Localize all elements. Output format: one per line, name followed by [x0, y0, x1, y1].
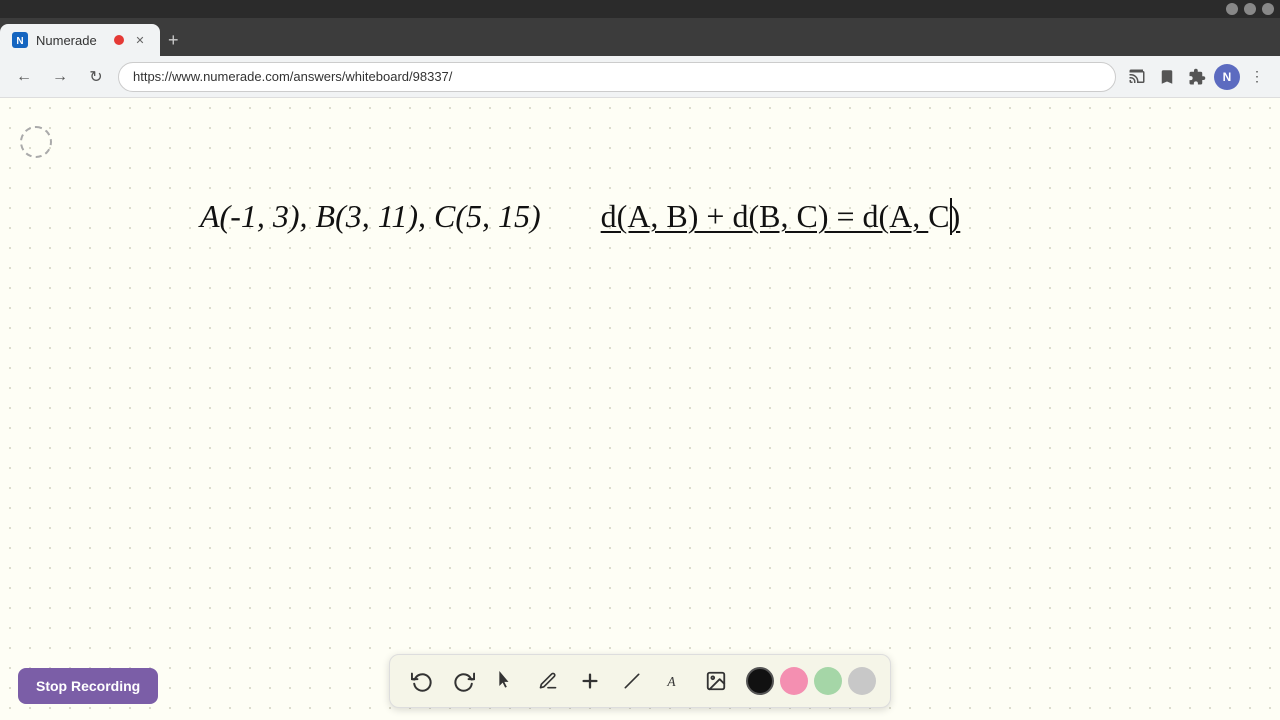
select-tool-button[interactable] [488, 663, 524, 699]
url-input[interactable] [118, 62, 1116, 92]
active-tab[interactable]: N Numerade ✕ [0, 24, 160, 56]
eraser-tool-button[interactable] [614, 663, 650, 699]
address-bar: ← → ↻ N ⋮ [0, 56, 1280, 98]
numerade-favicon: N [12, 32, 28, 48]
text-tool-button[interactable]: A [656, 663, 692, 699]
add-tool-button[interactable] [572, 663, 608, 699]
color-pink[interactable] [780, 667, 808, 695]
minimize-button[interactable] [1226, 3, 1238, 15]
redo-button[interactable] [446, 663, 482, 699]
math-content-area: A(-1, 3), B(3, 11), C(5, 15) d(A, B) + d… [200, 198, 960, 235]
svg-text:A: A [666, 674, 676, 689]
bookmark-button[interactable] [1154, 64, 1180, 90]
tab-close-button[interactable]: ✕ [132, 32, 148, 48]
maximize-button[interactable] [1244, 3, 1256, 15]
close-window-button[interactable] [1262, 3, 1274, 15]
browser-title-bar [0, 0, 1280, 18]
tab-title: Numerade [36, 33, 106, 48]
browser-toolbar-icons: N ⋮ [1124, 64, 1270, 90]
extensions-button[interactable] [1184, 64, 1210, 90]
svg-text:N: N [16, 36, 23, 47]
profile-avatar[interactable]: N [1214, 64, 1240, 90]
math-equation: d(A, B) + d(B, C) = d(A, C) [601, 198, 961, 235]
whiteboard-canvas[interactable]: A(-1, 3), B(3, 11), C(5, 15) d(A, B) + d… [0, 98, 1280, 720]
back-button[interactable]: ← [10, 63, 38, 91]
math-points: A(-1, 3), B(3, 11), C(5, 15) [200, 198, 541, 235]
cursor-position: C [928, 198, 949, 235]
recording-indicator [114, 35, 124, 45]
refresh-button[interactable]: ↻ [82, 63, 110, 91]
cast-button[interactable] [1124, 64, 1150, 90]
menu-button[interactable]: ⋮ [1244, 64, 1270, 90]
stop-recording-button[interactable]: Stop Recording [18, 668, 158, 704]
new-tab-button[interactable]: + [160, 24, 187, 56]
color-mint[interactable] [814, 667, 842, 695]
forward-button[interactable]: → [46, 63, 74, 91]
image-tool-button[interactable] [698, 663, 734, 699]
pen-tool-button[interactable] [530, 663, 566, 699]
color-light-gray[interactable] [848, 667, 876, 695]
color-black[interactable] [746, 667, 774, 695]
undo-button[interactable] [404, 663, 440, 699]
tab-bar: N Numerade ✕ + [0, 18, 1280, 56]
bottom-toolbar: A [389, 654, 891, 708]
cursor-indicator [20, 126, 52, 158]
